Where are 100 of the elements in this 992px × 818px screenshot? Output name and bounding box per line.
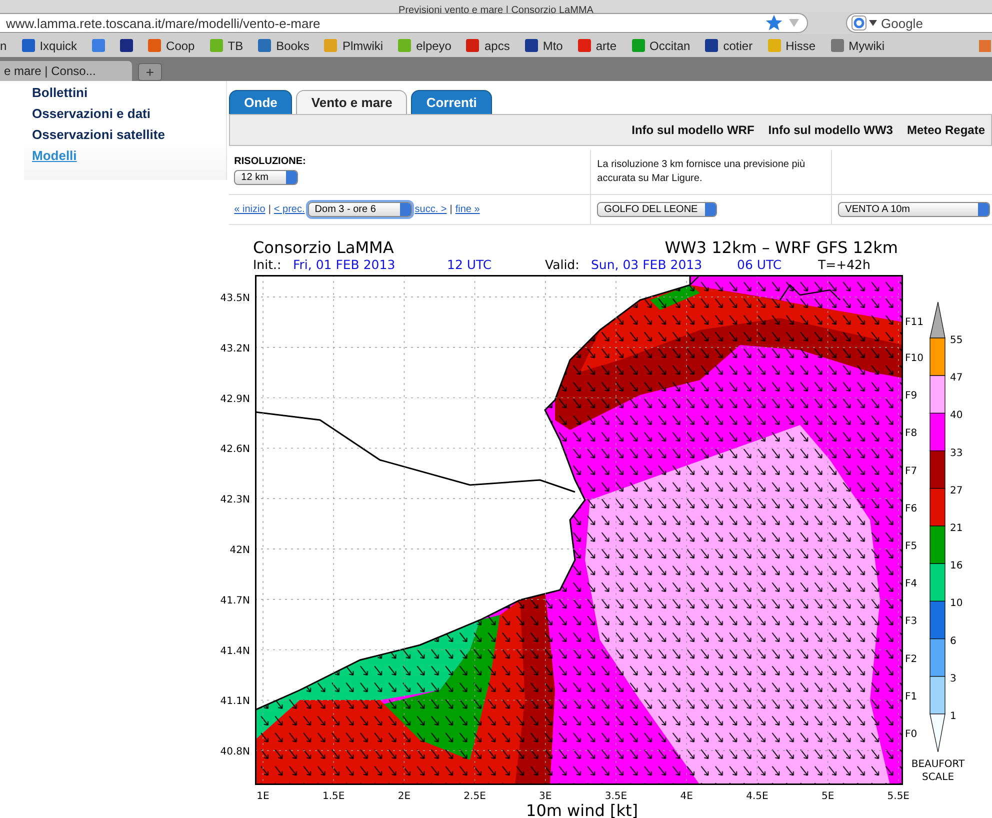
valid-date: Sun, 03 FEB 2013	[591, 257, 702, 272]
bookmark-link[interactable]: Mto	[524, 38, 563, 52]
longitude-label: 1.5E	[322, 791, 345, 802]
bookmark-link[interactable]: Ixquick	[22, 38, 78, 52]
latitude-label: 43.5N	[220, 293, 250, 304]
legend-value-label: 3	[950, 673, 956, 684]
dropdown-icon[interactable]	[789, 19, 799, 27]
google-logo-icon	[851, 15, 867, 31]
beaufort-force-label: F5	[905, 541, 918, 552]
time-select[interactable]: Dom 3 - ore 6	[308, 202, 412, 217]
tab[interactable]: Correnti	[411, 90, 492, 114]
bookmark-link[interactable]: Plmwiki	[324, 38, 384, 52]
info-link[interactable]: Info sul modello WW3	[768, 123, 893, 137]
longitude-label: 2E	[398, 791, 411, 802]
bookmark-link[interactable]: Books	[258, 38, 310, 52]
caret-icon	[869, 20, 877, 26]
legend-top-triangle	[930, 302, 946, 338]
nav-link[interactable]: fine »	[455, 204, 480, 215]
legend-value-label: 16	[950, 560, 963, 572]
search-field[interactable]: Google	[846, 13, 992, 33]
valid-time: 06 UTC	[737, 257, 782, 272]
legend-value-label: 1	[950, 711, 956, 722]
tab[interactable]: Onde	[229, 90, 292, 114]
bookmark-icon[interactable]	[120, 39, 134, 52]
bookmark-link[interactable]: Mywiki	[830, 38, 885, 52]
bookmark-link[interactable]: arte	[578, 38, 617, 52]
legend-bottom-triangle	[930, 714, 946, 752]
resolution-select[interactable]: 12 km	[234, 170, 298, 185]
beaufort-force-label: F1	[905, 691, 918, 702]
info-link[interactable]: Info sul modello WRF	[632, 123, 754, 137]
legend-title: BEAUFORT	[911, 759, 965, 770]
beaufort-force-label: F8	[905, 428, 918, 440]
longitude-label: 4.5E	[746, 791, 768, 802]
browser-tab[interactable]: e mare | Conso...	[0, 61, 132, 81]
new-tab-button[interactable]: +	[138, 63, 162, 81]
legend-value-label: 47	[950, 372, 963, 384]
latitude-label: 41.1N	[220, 696, 250, 708]
map-organization: Consorzio LaMMA	[253, 238, 394, 257]
init-label: Init.:	[253, 257, 282, 272]
latitude-label: 43.2N	[220, 343, 250, 354]
bookmark-link[interactable]: elpeyo	[398, 38, 452, 52]
area-select[interactable]: GOLFO DEL LEONE	[597, 202, 718, 217]
legend-value-label: 21	[950, 523, 963, 534]
map-model-title: WW3 12km – WRF GFS 12km	[664, 238, 898, 257]
nav-link[interactable]: < prec.	[274, 204, 305, 215]
separator: |	[268, 204, 271, 215]
bookmark-link[interactable]: TB	[210, 38, 244, 52]
latitude-label: 41.7N	[220, 595, 250, 606]
sidebar-link[interactable]: Bollettini	[32, 85, 226, 100]
tab[interactable]: Vento e mare	[296, 90, 408, 114]
legend-value-label: 27	[950, 485, 963, 496]
beaufort-force-label: F10	[905, 353, 924, 364]
beaufort-force-label: F4	[905, 578, 918, 590]
latitude-label: 42.9N	[220, 394, 250, 405]
address-field[interactable]: www.lamma.rete.toscana.it/mare/modelli/vento-e-mare	[0, 13, 808, 33]
longitude-label: 4E	[680, 791, 693, 802]
map-axis-title: 10m wind [kt]	[526, 801, 638, 818]
legend-title: SCALE	[922, 772, 954, 783]
bookmark-link[interactable]: cotier	[705, 38, 753, 52]
legend-value-label: 6	[950, 636, 956, 647]
beaufort-force-label: F11	[905, 317, 924, 328]
bookmark-link[interactable]: Hisse	[768, 38, 816, 52]
info-link[interactable]: Meteo Regate	[906, 123, 985, 137]
resolution-note: La risoluzione 3 km fornisce una previsione più accurata su Mar Ligure.	[597, 158, 806, 186]
sidebar-link[interactable]: Osservazioni satellite	[32, 127, 226, 142]
longitude-label: 5E	[821, 791, 834, 802]
longitude-label: 5.5E	[887, 791, 910, 802]
sidebar-link[interactable]: Modelli	[32, 148, 226, 163]
longitude-label: 2.5E	[464, 791, 486, 802]
beaufort-force-label: F9	[905, 390, 918, 402]
latitude-label: 41.4N	[220, 646, 250, 657]
latitude-label: 42N	[230, 545, 250, 556]
legend-value-label: 55	[950, 335, 963, 346]
legend-value-label: 10	[950, 598, 963, 610]
beaufort-force-label: F2	[905, 654, 918, 665]
longitude-label: 3.5E	[604, 791, 628, 802]
nav-link[interactable]: succ. >	[414, 204, 447, 215]
init-date: Fri, 01 FEB 2013	[293, 257, 396, 272]
beaufort-force-label: F0	[905, 729, 918, 740]
field-select[interactable]: VENTO A 10m	[838, 202, 990, 217]
bookmark-link[interactable]: n	[0, 38, 7, 52]
init-time: 12 UTC	[447, 257, 492, 272]
sidebar-link[interactable]: Osservazioni e dati	[32, 106, 226, 121]
beaufort-force-label: F6	[905, 503, 918, 514]
legend-value-label: 40	[950, 410, 963, 422]
latitude-label: 40.8N	[220, 746, 250, 758]
bookmark-link[interactable]: Coop	[148, 38, 195, 52]
nav-link[interactable]: « inizio	[234, 204, 266, 215]
resolution-label: RISOLUZIONE:	[234, 156, 307, 167]
star-icon[interactable]	[765, 14, 783, 32]
beaufort-force-label: F3	[905, 616, 918, 628]
latitude-label: 42.3N	[220, 494, 250, 506]
separator: |	[450, 204, 452, 215]
bookmark-link[interactable]: apcs	[466, 38, 510, 52]
legend-value-label: 33	[950, 448, 963, 459]
latitude-label: 42.6N	[220, 444, 250, 456]
longitude-label: 1E	[256, 791, 270, 802]
bookmark-link[interactable]: Occitan	[632, 38, 690, 52]
lead-time: T=+42h	[818, 257, 870, 272]
beaufort-force-label: F7	[905, 466, 918, 477]
